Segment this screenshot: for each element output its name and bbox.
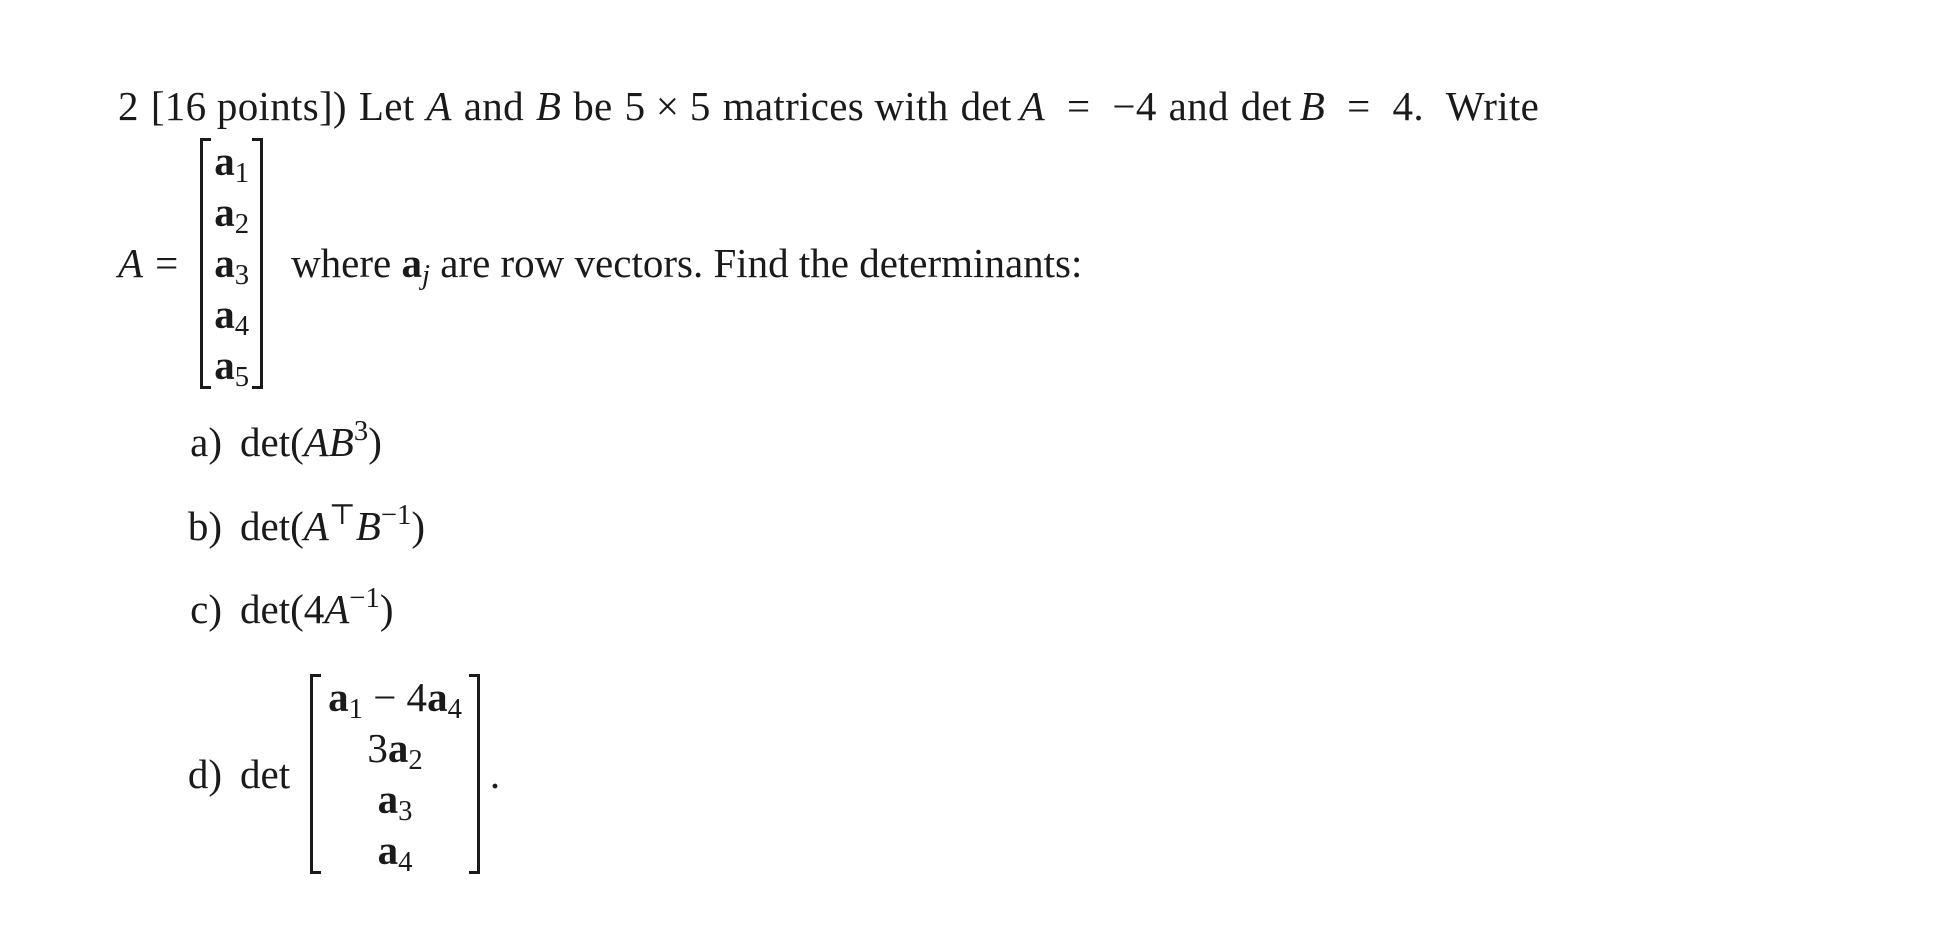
subproblem-label: a) bbox=[190, 419, 222, 465]
row-index: 2 bbox=[234, 207, 250, 240]
document-page: 2 [16 points]) Let Aand Bbe 5 × 5 matrices wit… bbox=[0, 0, 1950, 938]
equals-sign: = bbox=[1066, 83, 1091, 129]
coefficient: 3 bbox=[367, 725, 388, 771]
math-expr: AB bbox=[303, 419, 354, 465]
row-vector: a bbox=[214, 137, 235, 184]
det-operator: det( bbox=[240, 586, 304, 632]
matrix-row: 3a2 bbox=[367, 723, 423, 777]
row-vector: a bbox=[427, 674, 448, 720]
row-vector: a bbox=[214, 341, 235, 388]
subproblem-c: c) det(4A−1) bbox=[160, 584, 394, 633]
inverse-exponent: −1 bbox=[349, 582, 380, 615]
row-index: 4 bbox=[398, 846, 413, 879]
math-var-B: B bbox=[1299, 83, 1326, 129]
equals-sign: = bbox=[1347, 83, 1371, 129]
text-write: Write bbox=[1445, 83, 1540, 129]
det-operator: det( bbox=[240, 503, 304, 549]
matrix-row: a3 bbox=[377, 774, 413, 828]
close-paren: ) bbox=[379, 586, 394, 632]
subproblem-label: c) bbox=[190, 586, 222, 632]
det-operator: det bbox=[960, 83, 1012, 129]
matrix-row: a4 bbox=[214, 289, 250, 342]
close-paren: ) bbox=[411, 503, 426, 549]
matrix-row: a3 bbox=[214, 238, 250, 291]
inverse-exponent: −1 bbox=[380, 499, 412, 532]
matrix-a-lhs: A = bbox=[118, 240, 181, 286]
subproblem-label: b) bbox=[187, 503, 222, 549]
subproblem-a: a) det(AB3) bbox=[160, 417, 382, 466]
row-index: 1 bbox=[348, 693, 363, 726]
text-let: Let bbox=[358, 83, 415, 129]
subproblem-expression: det(AB3) bbox=[240, 417, 382, 465]
subproblem-b: b) det(A⊤B−1) bbox=[160, 501, 426, 550]
matrix-a-bracket: a1 a2 a3 a4 a5 bbox=[200, 136, 263, 391]
close-paren: ) bbox=[368, 419, 382, 465]
math-var-A: A bbox=[324, 586, 350, 632]
text-be: be bbox=[573, 83, 613, 129]
problem-statement: 2 [16 points]) Let Aand Bbe 5 × 5 matrices wit… bbox=[118, 82, 1539, 130]
det-a-value: −4 bbox=[1112, 83, 1157, 129]
problem-points: [16 points]) bbox=[150, 83, 347, 129]
row-index: 2 bbox=[408, 744, 423, 777]
subproblem-expression: det a1 − 4a4 3a2 a3 a4 . bbox=[240, 672, 501, 879]
det-b-value: 4. bbox=[1392, 83, 1424, 129]
math-var-B: B bbox=[535, 83, 562, 129]
text-and: and bbox=[463, 83, 524, 129]
det-operator: det( bbox=[240, 419, 304, 465]
matrix-row: a1 − 4a4 bbox=[328, 672, 462, 726]
operator: − 4 bbox=[362, 674, 428, 720]
matrix-a-definition: A = a1 a2 a3 a4 a5 where aj are row vect… bbox=[118, 133, 1082, 393]
row-vector: a bbox=[214, 188, 235, 235]
matrix-row: a2 bbox=[214, 187, 250, 240]
transpose-symbol: ⊤ bbox=[328, 499, 356, 532]
row-index: 5 bbox=[234, 360, 250, 393]
subproblem-expression: det(A⊤B−1) bbox=[240, 501, 426, 549]
subproblem-d: d) det a1 − 4a4 3a2 a3 a4 . bbox=[160, 670, 500, 878]
row-index: 1 bbox=[234, 156, 250, 189]
det-operator: det bbox=[240, 751, 291, 797]
row-vector: a bbox=[387, 725, 409, 771]
coefficient: 4 bbox=[303, 586, 325, 632]
text-where: where bbox=[291, 240, 392, 286]
row-vector: a bbox=[328, 674, 349, 720]
matrix-description: where aj are row vectors. Find the deter… bbox=[291, 239, 1083, 290]
matrix-row: a1 bbox=[214, 136, 250, 189]
problem-number: 2 bbox=[118, 83, 139, 129]
row-vector: a bbox=[214, 290, 235, 337]
math-var-A: A bbox=[426, 83, 452, 129]
text-matrices-with: matrices with bbox=[722, 83, 949, 129]
math-var-A: A bbox=[1019, 83, 1045, 129]
period: . bbox=[489, 751, 501, 797]
exponent: 3 bbox=[353, 415, 369, 448]
row-index: 4 bbox=[447, 693, 462, 726]
subproblem-label: d) bbox=[187, 751, 222, 797]
row-index: 4 bbox=[234, 309, 250, 342]
math-var-A: A bbox=[303, 503, 329, 549]
vector-index-j: j bbox=[422, 259, 430, 292]
row-vector: a bbox=[377, 827, 399, 873]
row-vector: a bbox=[377, 776, 399, 822]
vector-a: a bbox=[401, 240, 423, 286]
row-index: 3 bbox=[398, 795, 413, 828]
text-and: and bbox=[1168, 83, 1229, 129]
row-index: 3 bbox=[234, 258, 250, 291]
matrix-dimensions: 5 × 5 bbox=[624, 83, 711, 129]
math-var-B: B bbox=[355, 503, 381, 549]
matrix-row: a4 bbox=[377, 825, 413, 879]
text-find-determinants: are row vectors. Find the determinants: bbox=[440, 240, 1083, 286]
matrix-row: a5 bbox=[214, 340, 250, 393]
det-operator: det bbox=[1240, 83, 1292, 129]
subproblem-expression: det(4A−1) bbox=[240, 584, 394, 632]
row-vector: a bbox=[214, 239, 235, 286]
matrix-d-bracket: a1 − 4a4 3a2 a3 a4 bbox=[310, 672, 480, 879]
